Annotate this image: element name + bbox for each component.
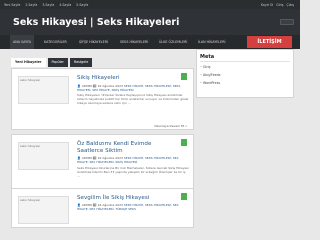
nav-item-home[interactable]: ANA SAYFA [10,35,35,49]
login-link[interactable]: Giriş [276,3,283,7]
top-bar: Yeni Sayfa 2.Sayfa 3.Sayfa 4.Sayfa 5.Say… [0,0,300,9]
post-card: seks hikayesi Sikiş Hikayeleri 👤 ADMIN 🗓… [11,68,194,130]
top-link[interactable]: 5.Sayfa [76,3,88,7]
post-excerpt: Sikiş Hikayeleri 'di'kenler Sizlere Payl… [77,93,189,105]
read-more-link[interactable]: Okumaya Devam Et » [154,124,187,128]
post-tabs: Yeni Hikayeler Popüler Rastgele [11,58,93,67]
post-excerpt: Seks Hikayesi Okurlarına Bir Cok Merhaba… [77,166,189,178]
tab-new[interactable]: Yeni Hikayeler [11,58,46,67]
top-link[interactable]: 4.Sayfa [59,3,71,7]
nav-item-sifse[interactable]: ŞİFŞE HİKAYELERİ [79,35,108,49]
logout-link[interactable]: Çıkış [286,3,294,7]
nav-item-seks[interactable]: SEKS HİKAYELERİ [120,35,148,49]
sidebar-item-wordpress[interactable]: WordPress [200,81,220,85]
comment-badge [181,193,187,200]
comment-badge [181,73,187,80]
post-meta: 👤 ADMIN 🗓 16 Ağustos 2023 SEKS HİKAYE, S… [77,203,187,211]
sidebar-meta-widget: Meta Giriş Akış/Feeds WordPress [196,49,294,98]
tab-random[interactable]: Rastgele [69,58,93,67]
register-link[interactable]: Kayıt Ol [261,3,273,7]
nav-item-ulke[interactable]: ÜLKE ÖZLEMLERİ [159,35,187,49]
post-meta: 👤 ADMIN 🗓 16 Ağustos 2023 SEKS HİKAYE, S… [77,156,187,164]
top-link[interactable]: Yeni Sayfa [4,3,20,7]
post-thumbnail[interactable]: seks hikayesi [18,142,69,170]
comment-badge [181,139,187,146]
top-link[interactable]: 2.Sayfa [25,3,37,7]
contact-button[interactable]: İLETİŞİM [247,36,292,48]
nav-item-categories[interactable]: KATEGORİLER [44,35,67,49]
post-title[interactable]: Sevgilim İle Sikiş Hikayesi [77,195,177,202]
search-box[interactable] [280,19,294,25]
site-title[interactable]: Seks Hikayesi | Seks Hikayeleri [13,17,179,28]
post-card: seks hikayesi Sevgilim İle Sikiş Hikayes… [11,188,194,228]
main-content: Yeni Hikayeler Popüler Rastgele seks hik… [11,58,194,228]
sidebar-item-feeds[interactable]: Akış/Feeds [200,73,221,77]
post-thumbnail[interactable]: seks hikayesi [18,196,69,224]
site-header: Seks Hikayesi | Seks Hikayeleri [0,9,300,35]
nav-item-ilan[interactable]: İLAN HİKAYELERİ [198,35,226,49]
widget-heading: Meta [200,54,215,60]
post-title[interactable]: Öz Baldızımı Kendi Evimde Saatlerce Sikt… [77,141,177,155]
tab-popular[interactable]: Popüler [47,58,68,67]
post-meta: 👤 ADMIN 🗓 16 Ağustos 2023 SEKS HİKAYE, S… [77,84,187,92]
post-thumbnail[interactable]: seks hikayesi [18,76,69,104]
divider [200,61,290,62]
auth-links: Kayıt Ol Giriş Çıkış [261,0,294,9]
top-links: Yeni Sayfa 2.Sayfa 3.Sayfa 4.Sayfa 5.Say… [4,0,88,9]
post-title[interactable]: Sikiş Hikayeleri [77,75,177,82]
top-link[interactable]: 3.Sayfa [42,3,54,7]
sidebar-item-login[interactable]: Giriş [200,65,210,69]
